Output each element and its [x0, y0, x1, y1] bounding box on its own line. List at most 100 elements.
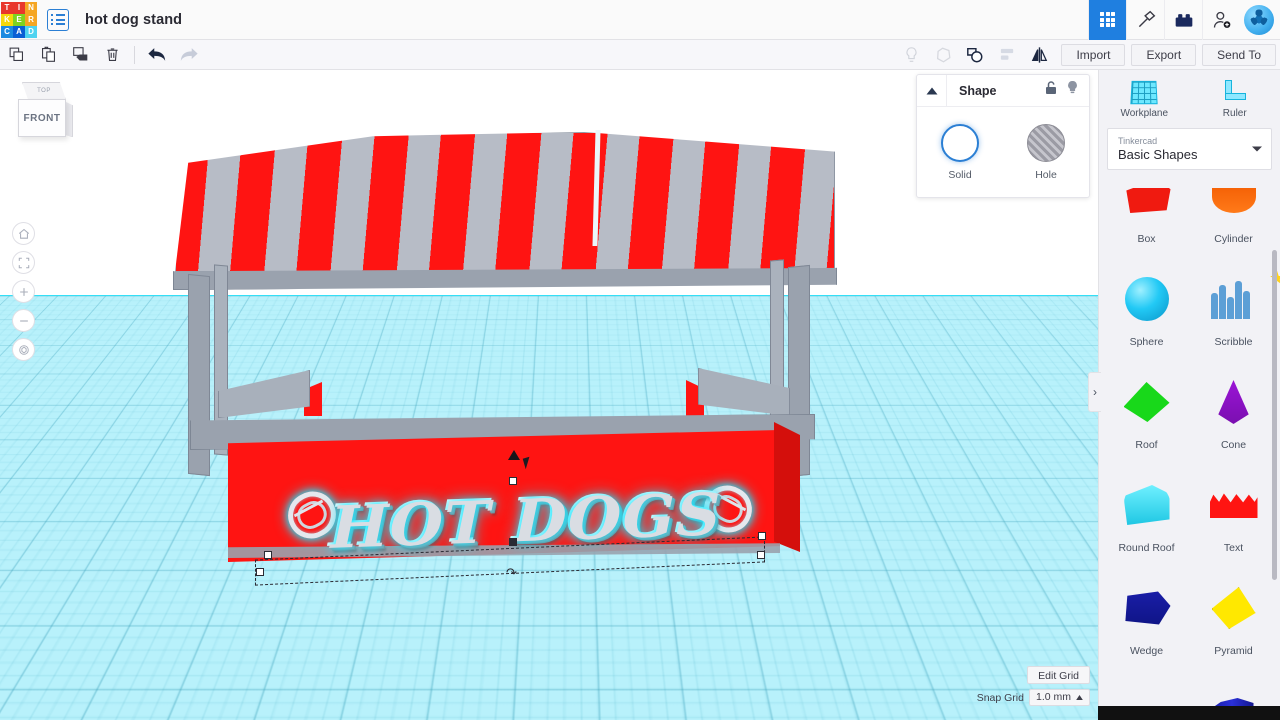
- shape-item-pyramid[interactable]: Pyramid: [1190, 560, 1277, 663]
- shape-panel-title: Shape: [959, 83, 997, 98]
- snap-grid-select[interactable]: 1.0 mm: [1028, 689, 1090, 706]
- lightbulb-icon[interactable]: [1066, 80, 1079, 101]
- chevron-up-icon[interactable]: [917, 75, 947, 106]
- shape-item-text[interactable]: Text: [1190, 457, 1277, 560]
- workplane-icon: [1130, 80, 1158, 104]
- shape-item-cylinder[interactable]: Cylinder: [1190, 188, 1277, 251]
- logo-tile-i: I: [13, 1, 25, 14]
- ruler-tool[interactable]: Ruler: [1190, 70, 1280, 128]
- lightbulb-icon[interactable]: [895, 40, 927, 70]
- sph-icon: [1124, 277, 1169, 321]
- view-cube[interactable]: TOP FRONT: [14, 82, 74, 140]
- ledge-left[interactable]: [218, 370, 310, 418]
- shape-item-box[interactable]: Box: [1103, 188, 1190, 251]
- snap-grid-row: Snap Grid 1.0 mm: [977, 689, 1090, 706]
- rroof-icon: [1123, 485, 1170, 525]
- rotate-handle-icon[interactable]: ↷: [506, 566, 517, 581]
- import-button[interactable]: Import: [1061, 43, 1126, 66]
- chevron-up-icon: [1076, 695, 1083, 700]
- copy-icon[interactable]: [0, 40, 32, 70]
- hammer-icon[interactable]: [1126, 0, 1164, 40]
- scr-icon: [1210, 279, 1257, 319]
- workplane-label: Workplane: [1120, 107, 1169, 119]
- shape-label: Box: [1137, 233, 1156, 245]
- zoom-out-icon[interactable]: [12, 309, 35, 332]
- hole-label: Hole: [1035, 168, 1057, 181]
- shape-label: Roof: [1135, 439, 1158, 451]
- paste-icon[interactable]: [32, 40, 64, 70]
- dropdown-value: Basic Shapes: [1118, 146, 1198, 162]
- home-view-icon[interactable]: [12, 222, 35, 245]
- top-bar: TINKERCAD hot dog stand: [0, 0, 1280, 40]
- hole-option[interactable]: Hole: [1027, 123, 1065, 181]
- edit-grid-button[interactable]: Edit Grid: [1027, 666, 1090, 684]
- shape-label: Pyramid: [1214, 645, 1253, 657]
- send-to-button[interactable]: Send To: [1202, 43, 1276, 66]
- awning-striped[interactable]: [175, 132, 835, 272]
- wedge-icon: [1125, 591, 1171, 625]
- selection-handle-corner-br[interactable]: [757, 551, 765, 559]
- logo-tile-c: C: [1, 25, 13, 38]
- logo-tile-n: N: [25, 1, 37, 14]
- shape-item-cone[interactable]: Cone: [1190, 354, 1277, 457]
- snap-grid-label: Snap Grid: [976, 691, 1024, 704]
- group-icon[interactable]: [959, 40, 991, 70]
- zoom-in-icon[interactable]: [12, 280, 35, 303]
- hole-swatch: [1027, 123, 1065, 162]
- shape-label: Wedge: [1129, 645, 1164, 657]
- ruler-label: Ruler: [1222, 107, 1247, 119]
- export-button[interactable]: Export: [1131, 43, 1197, 66]
- view-cube-front-face[interactable]: FRONT: [18, 99, 66, 137]
- delete-icon[interactable]: [96, 40, 128, 70]
- box-icon: [1126, 188, 1171, 213]
- counter-side-face: [774, 422, 800, 552]
- pyr-icon: [1211, 587, 1256, 629]
- snap-grid-value: 1.0 mm: [1035, 691, 1071, 703]
- edit-toolbar: Import Export Send To: [0, 40, 1280, 70]
- top-bar-right-tools: [1088, 0, 1280, 40]
- workplane-tool[interactable]: Workplane: [1099, 70, 1190, 128]
- fit-to-view-icon[interactable]: [12, 251, 35, 274]
- logo-tile-k: K: [1, 13, 13, 26]
- blocks-icon[interactable]: [1164, 0, 1202, 40]
- selection-handle-corner-bl[interactable]: [256, 568, 264, 576]
- selection-handle-left[interactable]: [264, 551, 272, 559]
- apps-grid-icon[interactable]: [1088, 0, 1126, 40]
- shape-type-options: Solid Hole: [917, 107, 1089, 197]
- logo-tile-d: D: [25, 25, 37, 38]
- shape-item-scribble[interactable]: ★Scribble: [1190, 251, 1280, 354]
- shape-list[interactable]: Box Cylinder Sphere ★Scribble Roof Cone Round …: [1099, 188, 1280, 720]
- blob-shape-icon[interactable]: [927, 40, 959, 70]
- shape-panel-icons: [1044, 80, 1089, 101]
- shape-item-round-roof[interactable]: Round Roof: [1103, 457, 1190, 560]
- solid-label: Solid: [948, 168, 972, 181]
- solid-option[interactable]: Solid: [941, 123, 979, 181]
- selection-handle-right[interactable]: [758, 532, 766, 540]
- list-menu-icon[interactable]: [47, 8, 69, 31]
- shape-label: Scribble: [1214, 336, 1253, 348]
- unlock-icon[interactable]: [1044, 80, 1058, 101]
- shape-library-dropdown[interactable]: Tinkercad Basic Shapes: [1107, 128, 1272, 170]
- shape-label: Text: [1223, 542, 1244, 554]
- shape-item-sphere[interactable]: Sphere: [1103, 251, 1190, 354]
- selection-handle-center[interactable]: [509, 538, 517, 546]
- mirror-icon[interactable]: [1023, 40, 1055, 70]
- shape-item-roof[interactable]: Roof: [1103, 354, 1190, 457]
- document-title[interactable]: hot dog stand: [85, 12, 182, 28]
- redo-icon[interactable]: [173, 40, 205, 70]
- user-avatar[interactable]: [1244, 4, 1274, 35]
- add-user-icon[interactable]: [1202, 0, 1240, 40]
- duplicate-icon[interactable]: [64, 40, 96, 70]
- roof-icon: [1123, 382, 1170, 422]
- selection-handle-top[interactable]: [509, 477, 517, 485]
- shape-item-wedge[interactable]: Wedge: [1103, 560, 1190, 663]
- tinkercad-app: TINKERCAD hot dog stand Import Export Se…: [0, 0, 1280, 720]
- height-handle-cone[interactable]: [508, 450, 520, 460]
- perspective-toggle-icon[interactable]: [12, 338, 35, 361]
- align-icon[interactable]: [991, 40, 1023, 70]
- view-cube-top-face[interactable]: TOP: [22, 82, 66, 100]
- shape-list-scrollbar[interactable]: [1272, 250, 1277, 580]
- undo-icon[interactable]: [141, 40, 173, 70]
- tinkercad-logo[interactable]: TINKERCAD: [1, 1, 37, 38]
- chevron-right-icon[interactable]: ›: [1088, 372, 1101, 412]
